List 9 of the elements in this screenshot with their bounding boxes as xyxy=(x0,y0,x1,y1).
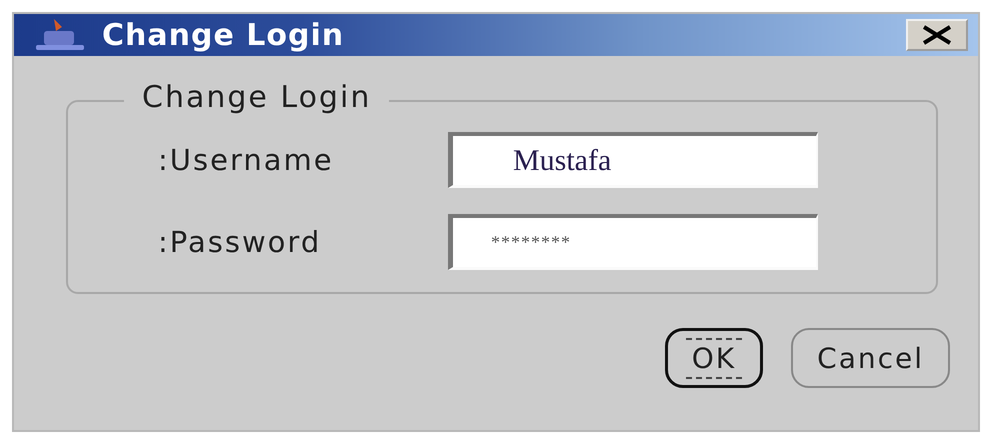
close-button[interactable] xyxy=(906,19,968,51)
cancel-button[interactable]: Cancel xyxy=(791,328,950,388)
field-label: :Password xyxy=(157,225,322,259)
username-field[interactable]: Mustafa xyxy=(448,132,818,188)
close-icon xyxy=(920,25,954,45)
window-title: Change Login xyxy=(102,18,346,52)
ok-button[interactable]: OK xyxy=(664,328,764,388)
password-field[interactable]: ******** xyxy=(448,214,818,270)
field-label: :Username xyxy=(157,143,335,177)
